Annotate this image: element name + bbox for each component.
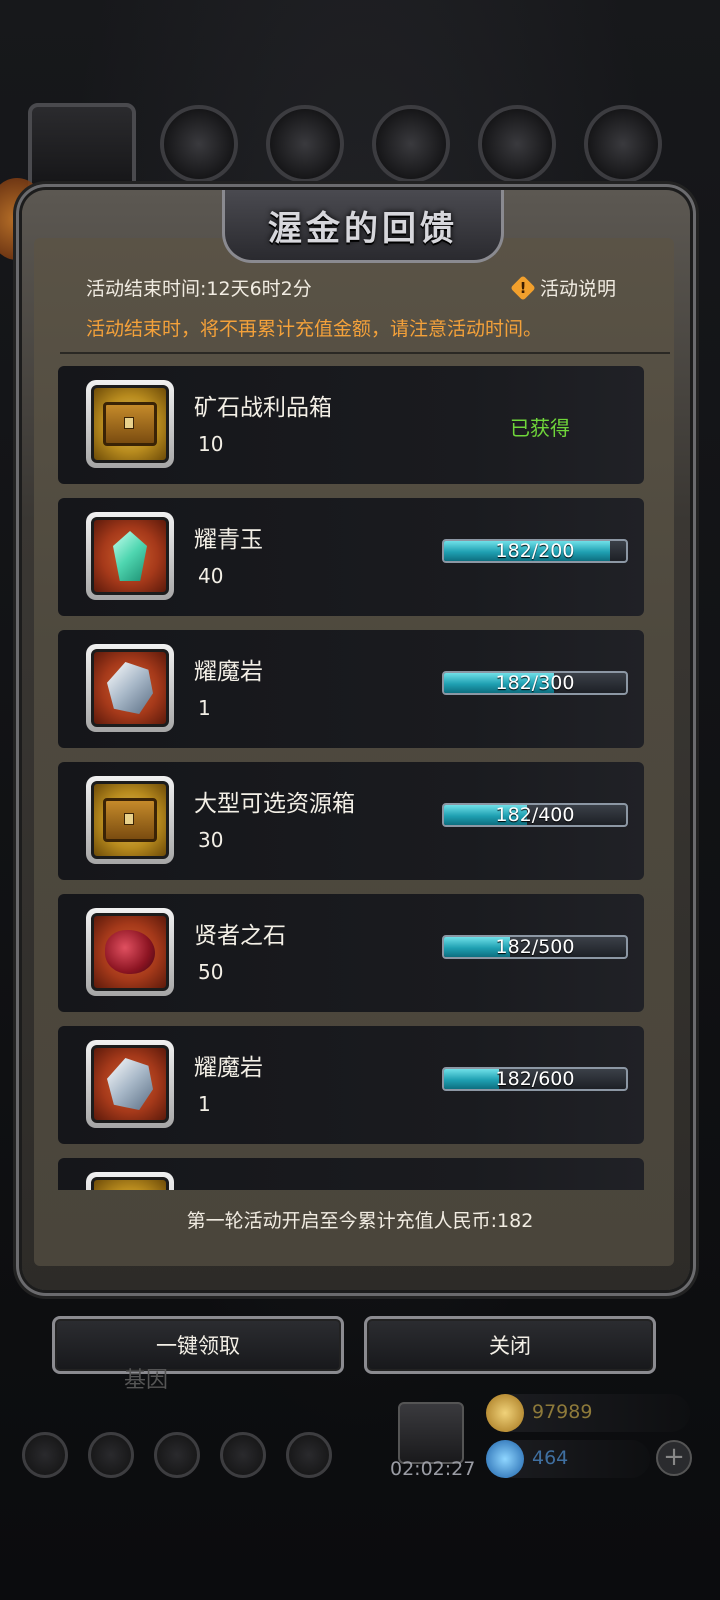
- gem-icon: [486, 1440, 524, 1478]
- item-quantity: 10: [198, 432, 224, 456]
- progress-text: 182/200: [495, 540, 575, 562]
- item-frame-core: [91, 781, 169, 859]
- treasure-chest-icon: [103, 798, 157, 842]
- event-end-time: 活动结束时间:12天6时2分: [86, 278, 312, 300]
- mail-icon[interactable]: [220, 1432, 266, 1478]
- progress-bar: 182/600: [442, 1067, 628, 1091]
- item-name: 耀青玉: [194, 527, 263, 553]
- ice-rock-icon: [107, 1058, 153, 1110]
- item-name: 耀魔岩: [194, 659, 263, 685]
- ice-rock-icon: [107, 662, 153, 714]
- progress-bar: 182/200: [442, 539, 628, 563]
- item-name: 矿石战利品箱: [194, 395, 332, 421]
- stone-resource-icon[interactable]: 480: [372, 105, 450, 210]
- item-slot[interactable]: [86, 512, 174, 600]
- dialog-title: 渥金的回馈: [268, 208, 458, 249]
- item-quantity: 40: [198, 564, 224, 588]
- item-slot[interactable]: [86, 1040, 174, 1128]
- reward-row: 耀魔岩 1 182/300: [58, 630, 644, 748]
- item-quantity: 50: [198, 960, 224, 984]
- item-quantity: 1: [198, 1092, 211, 1116]
- reward-list[interactable]: 矿石战利品箱 10 已获得耀青玉 40 182/200 耀魔岩 1 182/300 大型可选资源…: [58, 366, 644, 1190]
- item-frame-core: [91, 913, 169, 991]
- progress-bar: 182/400: [442, 803, 628, 827]
- iron-resource-icon[interactable]: 2703: [584, 105, 662, 210]
- item-name: 大型可选资源箱: [194, 791, 355, 817]
- progress-text: 182/600: [495, 1068, 575, 1090]
- obtained-status: 已获得: [510, 416, 570, 440]
- alliance-icon[interactable]: [88, 1432, 134, 1478]
- progress-bar: 182/300: [442, 671, 628, 695]
- item-slot[interactable]: [86, 380, 174, 468]
- add-gem-button[interactable]: +: [656, 1440, 692, 1476]
- info-row: 活动结束时间:12天6时2分 ! 活动说明: [86, 274, 616, 308]
- gold-amount: 97989: [532, 1401, 593, 1423]
- item-slot[interactable]: [86, 908, 174, 996]
- gem-resource-bar[interactable]: 464: [486, 1440, 650, 1478]
- reward-row: 贤者之石 50 182/500: [58, 894, 644, 1012]
- gift-box-icon[interactable]: [398, 1402, 464, 1464]
- dialog-title-plate: 渥金的回馈: [222, 190, 504, 263]
- close-button[interactable]: 关闭: [364, 1316, 656, 1374]
- item-name: 耀魔岩: [194, 1055, 263, 1081]
- reward-row-partial: [58, 1158, 644, 1190]
- item-name: 贤者之石: [194, 923, 286, 949]
- progress-bar: 182/500: [442, 935, 628, 959]
- gem-amount: 464: [532, 1447, 569, 1469]
- item-slot[interactable]: [86, 776, 174, 864]
- item-frame-core: [91, 385, 169, 463]
- gold-resource-bar[interactable]: 97989: [486, 1394, 690, 1432]
- progress-text: 182/300: [495, 672, 575, 694]
- gift-timer: 02:02:27: [390, 1458, 476, 1480]
- red-stone-icon: [105, 930, 155, 974]
- item-slot[interactable]: [86, 1172, 174, 1190]
- reward-row: 耀魔岩 1 182/600: [58, 1026, 644, 1144]
- reward-row: 矿石战利品箱 10 已获得: [58, 366, 644, 484]
- settings-gear-icon[interactable]: [22, 1432, 68, 1478]
- item-frame-core: [91, 1045, 169, 1123]
- warning-icon: !: [512, 277, 534, 299]
- reward-row: 耀青玉 40 182/200: [58, 498, 644, 616]
- wood-resource-icon[interactable]: 9930: [266, 105, 344, 210]
- item-quantity: 30: [198, 828, 224, 852]
- green-crystal-icon: [113, 531, 147, 581]
- item-quantity: 1: [198, 696, 211, 720]
- event-rules-link[interactable]: ! 活动说明: [512, 274, 616, 301]
- food-resource-icon[interactable]: [160, 105, 238, 183]
- item-frame-core: [91, 649, 169, 727]
- total-recharge-text: 第一轮活动开启至今累计充值人民币:182: [186, 1210, 534, 1232]
- item-frame-core: [91, 517, 169, 595]
- treasure-chest-icon: [103, 402, 157, 446]
- crystal-resource-icon[interactable]: [478, 105, 556, 183]
- divider: [60, 352, 670, 354]
- map-icon[interactable]: [286, 1432, 332, 1478]
- background-label: 基因: [124, 1368, 169, 1393]
- claim-all-button[interactable]: 一键领取: [52, 1316, 344, 1374]
- inventory-icon[interactable]: [154, 1432, 200, 1478]
- event-notice: 活动结束时，将不再累计充值金额，请注意活动时间。: [86, 318, 543, 340]
- gold-coin-icon: [486, 1394, 524, 1432]
- event-rules-label: 活动说明: [539, 278, 616, 300]
- progress-text: 182/500: [495, 936, 575, 958]
- item-slot[interactable]: [86, 644, 174, 732]
- item-frame-core: [91, 1177, 169, 1190]
- hero-portrait-icon[interactable]: [28, 103, 136, 203]
- reward-row: 大型可选资源箱 30 182/400: [58, 762, 644, 880]
- progress-text: 182/400: [495, 804, 575, 826]
